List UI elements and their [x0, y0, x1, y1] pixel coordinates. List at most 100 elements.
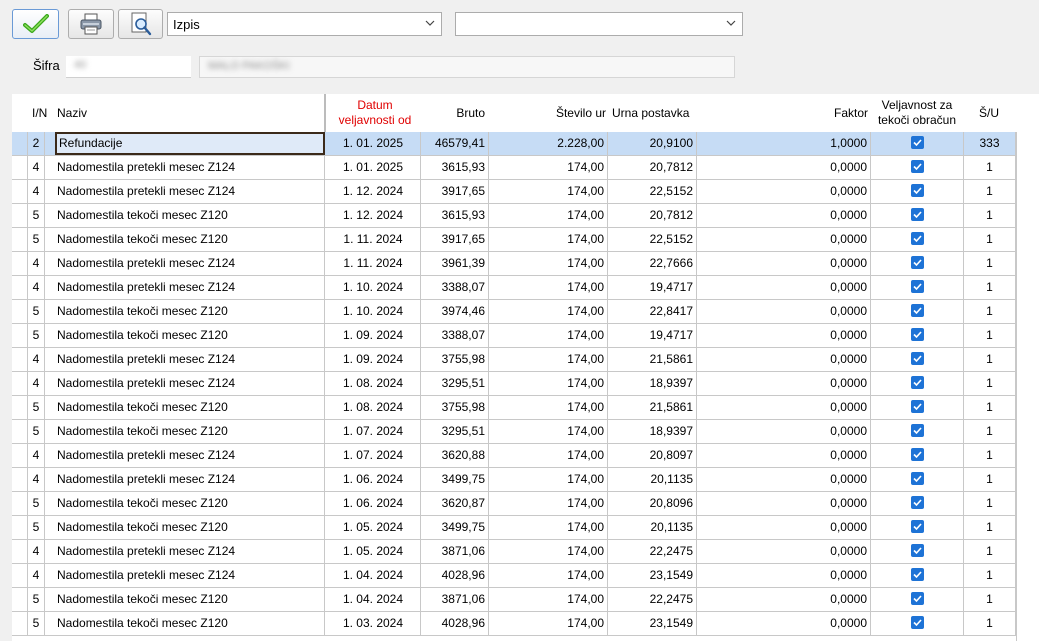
cell-datum[interactable]: 1. 07. 2024	[326, 420, 421, 443]
cell-su[interactable]: 1	[964, 540, 1016, 563]
cell-in[interactable]: 4	[28, 252, 45, 275]
cell-su[interactable]: 1	[964, 564, 1016, 587]
cell-urna-postavka[interactable]: 20,7812	[608, 156, 697, 179]
cell-bruto[interactable]: 3295,51	[421, 420, 489, 443]
cell-datum[interactable]: 1. 10. 2024	[326, 300, 421, 323]
cell-datum[interactable]: 1. 07. 2024	[326, 444, 421, 467]
row-indicator[interactable]	[12, 444, 28, 467]
checkbox-checked-icon[interactable]	[910, 448, 924, 461]
cell-veljavnost[interactable]	[871, 228, 964, 251]
cell-faktor[interactable]: 0,0000	[697, 420, 871, 443]
table-row[interactable]: 4 Nadomestila pretekli mesec Z124 1. 06. 2…	[12, 468, 1016, 492]
confirm-button[interactable]	[12, 9, 59, 39]
cell-naziv[interactable]: Nadomestila tekoči mesec Z120	[55, 612, 325, 635]
cell-faktor[interactable]: 1,0000	[697, 132, 871, 155]
cell-su[interactable]: 1	[964, 612, 1016, 635]
cell-stevilo-ur[interactable]: 174,00	[489, 228, 608, 251]
cell-in[interactable]: 5	[28, 204, 45, 227]
cell-veljavnost[interactable]	[871, 396, 964, 419]
cell-datum[interactable]: 1. 09. 2024	[326, 324, 421, 347]
cell-bruto[interactable]: 3620,88	[421, 444, 489, 467]
checkbox-checked-icon[interactable]	[910, 616, 924, 629]
cell-bruto[interactable]: 3961,39	[421, 252, 489, 275]
cell-su[interactable]: 1	[964, 372, 1016, 395]
cell-stevilo-ur[interactable]: 2.228,00	[489, 132, 608, 155]
cell-datum[interactable]: 1. 06. 2024	[326, 468, 421, 491]
cell-veljavnost[interactable]	[871, 492, 964, 515]
cell-naziv[interactable]: Nadomestila pretekli mesec Z124	[55, 348, 325, 371]
cell-veljavnost[interactable]	[871, 372, 964, 395]
table-row[interactable]: 5 Nadomestila tekoči mesec Z120 1. 05. 202…	[12, 516, 1016, 540]
cell-datum[interactable]: 1. 12. 2024	[326, 180, 421, 203]
cell-datum[interactable]: 1. 05. 2024	[326, 540, 421, 563]
checkbox-checked-icon[interactable]	[910, 352, 924, 365]
cell-faktor[interactable]: 0,0000	[697, 468, 871, 491]
cell-stevilo-ur[interactable]: 174,00	[489, 612, 608, 635]
cell-su[interactable]: 333	[964, 132, 1016, 155]
cell-su[interactable]: 1	[964, 444, 1016, 467]
cell-faktor[interactable]: 0,0000	[697, 348, 871, 371]
row-indicator[interactable]	[12, 396, 28, 419]
cell-faktor[interactable]: 0,0000	[697, 612, 871, 635]
row-indicator[interactable]	[12, 372, 28, 395]
cell-stevilo-ur[interactable]: 174,00	[489, 396, 608, 419]
cell-stevilo-ur[interactable]: 174,00	[489, 420, 608, 443]
checkbox-checked-icon[interactable]	[910, 496, 924, 509]
row-indicator[interactable]	[12, 564, 28, 587]
cell-datum[interactable]: 1. 11. 2024	[326, 252, 421, 275]
table-row[interactable]: 2 Refundacije 1. 01. 2025 46579,41 2.228,00 2…	[12, 132, 1016, 156]
cell-naziv[interactable]: Nadomestila tekoči mesec Z120	[55, 204, 325, 227]
checkbox-checked-icon[interactable]	[910, 376, 924, 389]
row-indicator[interactable]	[12, 180, 28, 203]
cell-naziv[interactable]: Nadomestila pretekli mesec Z124	[55, 372, 325, 395]
cell-veljavnost[interactable]	[871, 612, 964, 635]
header-in[interactable]: I/N	[32, 94, 54, 132]
table-row[interactable]: 4 Nadomestila pretekli mesec Z124 1. 11. 2…	[12, 252, 1016, 276]
checkbox-checked-icon[interactable]	[910, 184, 924, 197]
column-divider[interactable]	[324, 94, 326, 132]
cell-veljavnost[interactable]	[871, 180, 964, 203]
checkbox-checked-icon[interactable]	[910, 136, 924, 149]
cell-stevilo-ur[interactable]: 174,00	[489, 156, 608, 179]
cell-urna-postavka[interactable]: 22,8417	[608, 300, 697, 323]
checkbox-checked-icon[interactable]	[910, 400, 924, 413]
sifra-code-field[interactable]: 40	[66, 56, 191, 78]
cell-veljavnost[interactable]	[871, 276, 964, 299]
cell-in[interactable]: 4	[28, 540, 45, 563]
cell-urna-postavka[interactable]: 22,7666	[608, 252, 697, 275]
print-button[interactable]	[68, 9, 114, 39]
cell-su[interactable]: 1	[964, 252, 1016, 275]
table-row[interactable]: 5 Nadomestila tekoči mesec Z120 1. 07. 202…	[12, 420, 1016, 444]
cell-urna-postavka[interactable]: 20,8097	[608, 444, 697, 467]
row-indicator[interactable]	[12, 516, 28, 539]
table-row[interactable]: 4 Nadomestila pretekli mesec Z124 1. 09. 2…	[12, 348, 1016, 372]
cell-datum[interactable]: 1. 04. 2024	[326, 564, 421, 587]
cell-naziv[interactable]: Nadomestila pretekli mesec Z124	[55, 564, 325, 587]
cell-veljavnost[interactable]	[871, 324, 964, 347]
cell-su[interactable]: 1	[964, 348, 1016, 371]
cell-urna-postavka[interactable]: 23,1549	[608, 612, 697, 635]
cell-bruto[interactable]: 3388,07	[421, 324, 489, 347]
cell-urna-postavka[interactable]: 18,9397	[608, 420, 697, 443]
cell-urna-postavka[interactable]: 23,1549	[608, 564, 697, 587]
cell-veljavnost[interactable]	[871, 468, 964, 491]
cell-su[interactable]: 1	[964, 516, 1016, 539]
table-row[interactable]: 4 Nadomestila pretekli mesec Z124 1. 04. 2…	[12, 564, 1016, 588]
header-naziv[interactable]: Naziv	[57, 94, 317, 132]
cell-su[interactable]: 1	[964, 588, 1016, 611]
cell-stevilo-ur[interactable]: 174,00	[489, 324, 608, 347]
cell-su[interactable]: 1	[964, 228, 1016, 251]
cell-datum[interactable]: 1. 06. 2024	[326, 492, 421, 515]
cell-in[interactable]: 5	[28, 612, 45, 635]
cell-bruto[interactable]: 3871,06	[421, 588, 489, 611]
cell-bruto[interactable]: 3615,93	[421, 156, 489, 179]
row-indicator[interactable]	[12, 300, 28, 323]
cell-bruto[interactable]: 4028,96	[421, 612, 489, 635]
cell-naziv[interactable]: Nadomestila pretekli mesec Z124	[55, 468, 325, 491]
cell-datum[interactable]: 1. 03. 2024	[326, 612, 421, 635]
cell-faktor[interactable]: 0,0000	[697, 492, 871, 515]
cell-naziv[interactable]: Nadomestila pretekli mesec Z124	[55, 444, 325, 467]
cell-su[interactable]: 1	[964, 300, 1016, 323]
cell-urna-postavka[interactable]: 22,5152	[608, 180, 697, 203]
checkbox-checked-icon[interactable]	[910, 328, 924, 341]
